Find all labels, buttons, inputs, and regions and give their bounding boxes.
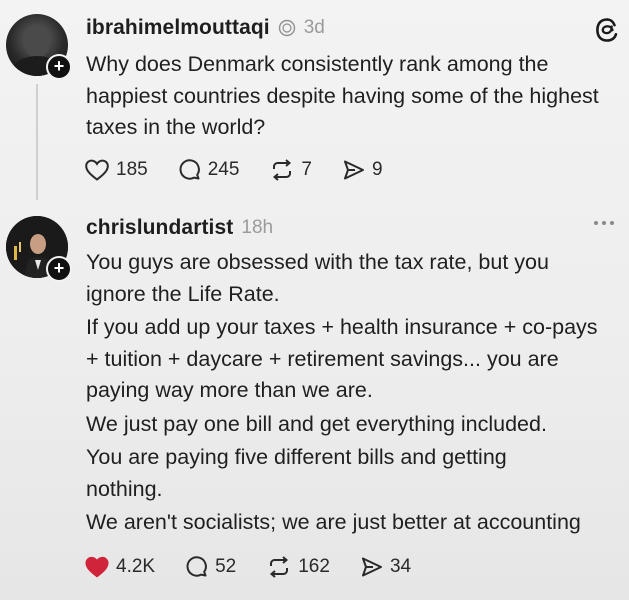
like-button[interactable]: 4.2K [84, 555, 155, 579]
repost-icon [273, 159, 292, 181]
post-paragraph: We just pay one bill and get everything … [86, 411, 547, 436]
post-paragraph: If you add up your taxes + health insura… [86, 315, 598, 402]
like-count: 4.2K [116, 556, 156, 577]
post-paragraph: We aren't socialists; we are just better… [86, 510, 581, 534]
comment-icon [186, 556, 207, 577]
thread-line [36, 84, 38, 200]
comment-button[interactable]: 245 [178, 158, 240, 182]
avatar[interactable]: + [6, 14, 72, 80]
heart-icon [85, 159, 109, 181]
follow-plus-icon[interactable]: + [46, 54, 72, 80]
like-count: 185 [116, 159, 148, 180]
repost-button[interactable]: 162 [266, 555, 330, 579]
more-options-icon[interactable] [594, 221, 614, 225]
timestamp: 18h [241, 217, 274, 238]
share-icon [361, 557, 382, 577]
verified-badge-icon [278, 19, 295, 37]
follow-plus-icon[interactable]: + [46, 256, 72, 282]
comment-count: 52 [215, 556, 237, 577]
post-paragraph: Why does Denmark consistently rank among… [86, 52, 599, 139]
repost-icon [270, 556, 289, 578]
timestamp: 3d [303, 17, 325, 38]
heart-filled-icon [85, 556, 109, 578]
comment-count: 245 [207, 159, 240, 180]
post-paragraph: You guys are obsessed with the tax rate,… [86, 250, 549, 306]
share-icon [343, 160, 364, 180]
like-button[interactable]: 185 [84, 158, 148, 182]
post-text: You guys are obsessed with the tax rate,… [86, 247, 616, 539]
repost-count: 7 [301, 159, 312, 180]
post-text: Why does Denmark consistently rank among… [86, 49, 616, 144]
comment-button[interactable]: 52 [185, 555, 236, 579]
share-count: 34 [389, 556, 412, 577]
share-count: 9 [371, 159, 383, 180]
threads-logo-icon[interactable] [593, 16, 621, 44]
repost-count: 162 [298, 556, 330, 577]
share-button[interactable]: 9 [342, 158, 383, 182]
post-paragraph: You are paying five different bills and … [86, 445, 507, 501]
avatar[interactable]: + [6, 216, 72, 282]
repost-button[interactable]: 7 [269, 158, 312, 182]
comment-icon [179, 159, 200, 180]
username[interactable]: ibrahimelmouttaqi [86, 16, 270, 40]
username[interactable]: chrislundartist [86, 216, 233, 240]
share-button[interactable]: 34 [360, 555, 411, 579]
